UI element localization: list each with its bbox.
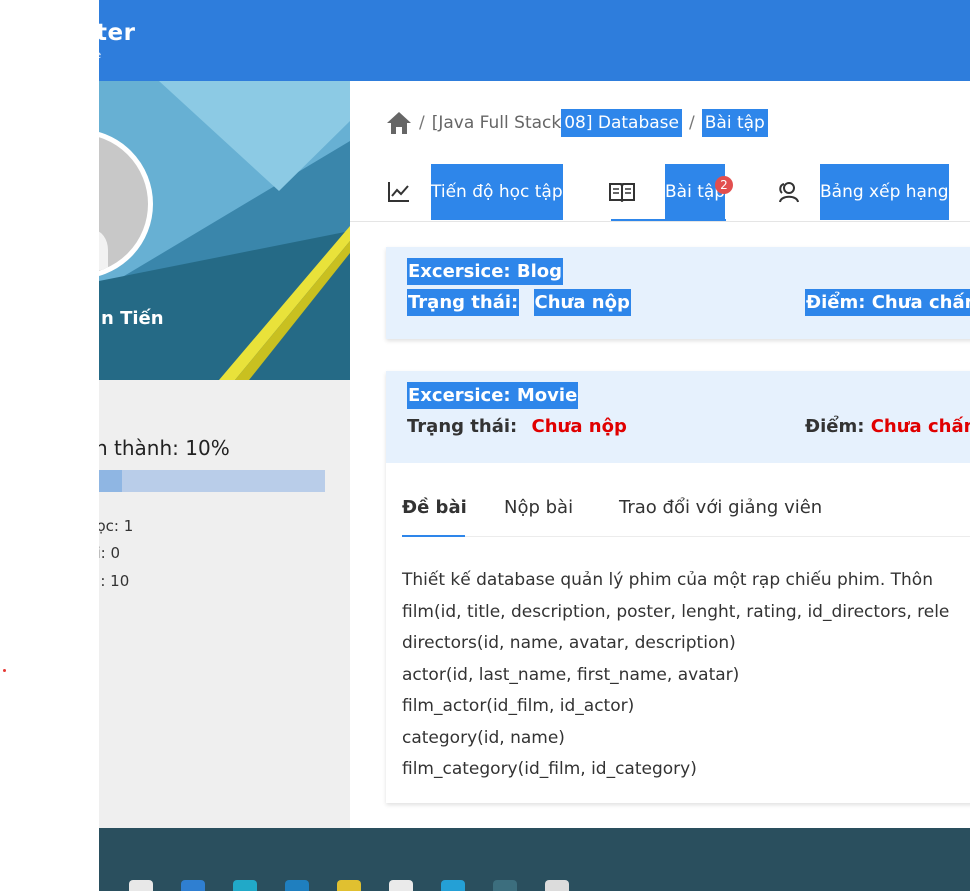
description-line: film_actor(id_film, id_actor) (402, 696, 635, 716)
breadcrumb-separator: / (419, 113, 425, 133)
exercise-detail-tabs: Đề bài Nộp bài Trao đổi với giảng viên (402, 479, 970, 537)
description-line: directors(id, name, avatar, description) (402, 633, 736, 653)
taskbar-app-icon[interactable] (389, 880, 413, 891)
exercise-title-text: Excersice: Movie (407, 382, 579, 409)
tab-assignment[interactable]: Đề bài (402, 497, 467, 518)
tab-ranking[interactable]: Bảng xếp hạng (776, 162, 949, 221)
tab-progress[interactable]: Tiến độ học tập (387, 162, 563, 221)
breadcrumb-course[interactable]: [Java Full Stack (432, 113, 561, 133)
status-value: Chưa nộp (533, 289, 631, 316)
breadcrumb-separator: / (689, 113, 695, 133)
exercise-score: Điểm: Chưa chấm (805, 416, 970, 437)
brand-logo-text[interactable]: ter (99, 20, 135, 46)
tab-exercises-label: Bài tập (665, 163, 726, 220)
stat-exchanges: ổi: 10 (99, 572, 130, 590)
tab-discussion[interactable]: Trao đổi với giảng viên (619, 497, 822, 518)
course-tabs: Tiến độ học tập Bài tập Bảng xếp hạng (350, 162, 970, 222)
score-value: Chưa chấm (870, 416, 970, 437)
profile-sidebar: n Tiến n thành: 10% nọc: 1 hi: 0 ổi: 10 (99, 81, 350, 828)
app-window: ter e n Tiến n thành: 10% (99, 0, 970, 891)
status-label: Trạng thái: (407, 416, 518, 437)
tab-progress-label: Tiến độ học tập (431, 163, 563, 220)
breadcrumb: / [Java Full Stack 08] Database / Bài tậ… (386, 108, 768, 138)
exercise-card-blog[interactable]: Excersice: Blog Trạng thái: Chưa nộp Điể… (386, 247, 970, 339)
description-line: film(id, title, description, poster, len… (402, 601, 950, 622)
status-label: Trạng thái: (407, 289, 520, 316)
inner-active-tab-indicator (402, 535, 465, 537)
progress-bar (99, 470, 325, 492)
exercise-title: Excersice: Movie (407, 382, 579, 409)
exercise-title-text: Excersice: Blog (407, 258, 564, 285)
taskbar-app-icon[interactable] (545, 880, 569, 891)
exercise-title: Excersice: Blog (407, 258, 564, 285)
breadcrumb-current: Bài tập (701, 109, 768, 137)
taskbar-icons (129, 880, 569, 891)
main-content: / [Java Full Stack 08] Database / Bài tậ… (350, 81, 970, 828)
breadcrumb-module[interactable]: 08] Database (561, 109, 683, 137)
score-text: Điểm: Chưa chấm (805, 289, 970, 316)
brand-subtitle: e (99, 50, 101, 61)
home-icon[interactable] (386, 111, 412, 135)
score-value: Chưa chấm (871, 292, 970, 313)
description-line: actor(id, last_name, first_name, avatar) (402, 664, 740, 685)
taskbar-app-icon[interactable] (181, 880, 205, 891)
taskbar-app-icon[interactable] (285, 880, 309, 891)
tab-submit[interactable]: Nộp bài (504, 497, 573, 518)
taskbar (99, 828, 970, 891)
status-value: Chưa nộp (531, 416, 627, 437)
description-line: film_category(id_film, id_category) (402, 759, 697, 779)
top-header: ter e (99, 0, 970, 81)
exercise-card-header[interactable]: Excersice: Movie Trạng thái: Chưa nộp Đi… (386, 371, 970, 463)
profile-cover-image: n Tiến (99, 81, 350, 380)
exercise-status: Trạng thái: Chưa nộp (407, 416, 627, 437)
taskbar-app-icon[interactable] (129, 880, 153, 891)
tab-exercises[interactable]: Bài tập (609, 162, 726, 221)
stat-lessons: nọc: 1 (99, 517, 134, 535)
stat-points: hi: 0 (99, 544, 121, 562)
book-open-icon (609, 182, 635, 202)
progress-bar-fill (99, 470, 122, 492)
avatar-placeholder-icon (99, 230, 108, 270)
user-name: n Tiến (101, 308, 164, 329)
taskbar-app-icon[interactable] (233, 880, 257, 891)
tab-ranking-label: Bảng xếp hạng (820, 163, 949, 220)
exercise-card-movie: Excersice: Movie Trạng thái: Chưa nộp Đi… (386, 371, 970, 803)
score-label: Điểm: (805, 416, 865, 437)
taskbar-app-icon[interactable] (493, 880, 517, 891)
assignment-description: Thiết kế database quản lý phim của một r… (402, 565, 970, 786)
exercise-count-badge: 2 (715, 176, 733, 194)
taskbar-app-icon[interactable] (337, 880, 361, 891)
exercise-status: Trạng thái: Chưa nộp (407, 289, 631, 316)
users-icon (779, 181, 799, 202)
description-line: category(id, name) (402, 727, 565, 748)
screen: ter e n Tiến n thành: 10% (0, 0, 970, 891)
chart-line-icon (388, 181, 409, 202)
taskbar-app-icon[interactable] (441, 880, 465, 891)
score-label: Điểm: (806, 292, 866, 313)
description-line: Thiết kế database quản lý phim của một r… (402, 570, 933, 590)
active-tab-indicator (611, 219, 726, 221)
progress-label: n thành: 10% (99, 436, 230, 460)
red-dot-marker (3, 669, 6, 672)
exercise-score: Điểm: Chưa chấm (805, 289, 970, 316)
